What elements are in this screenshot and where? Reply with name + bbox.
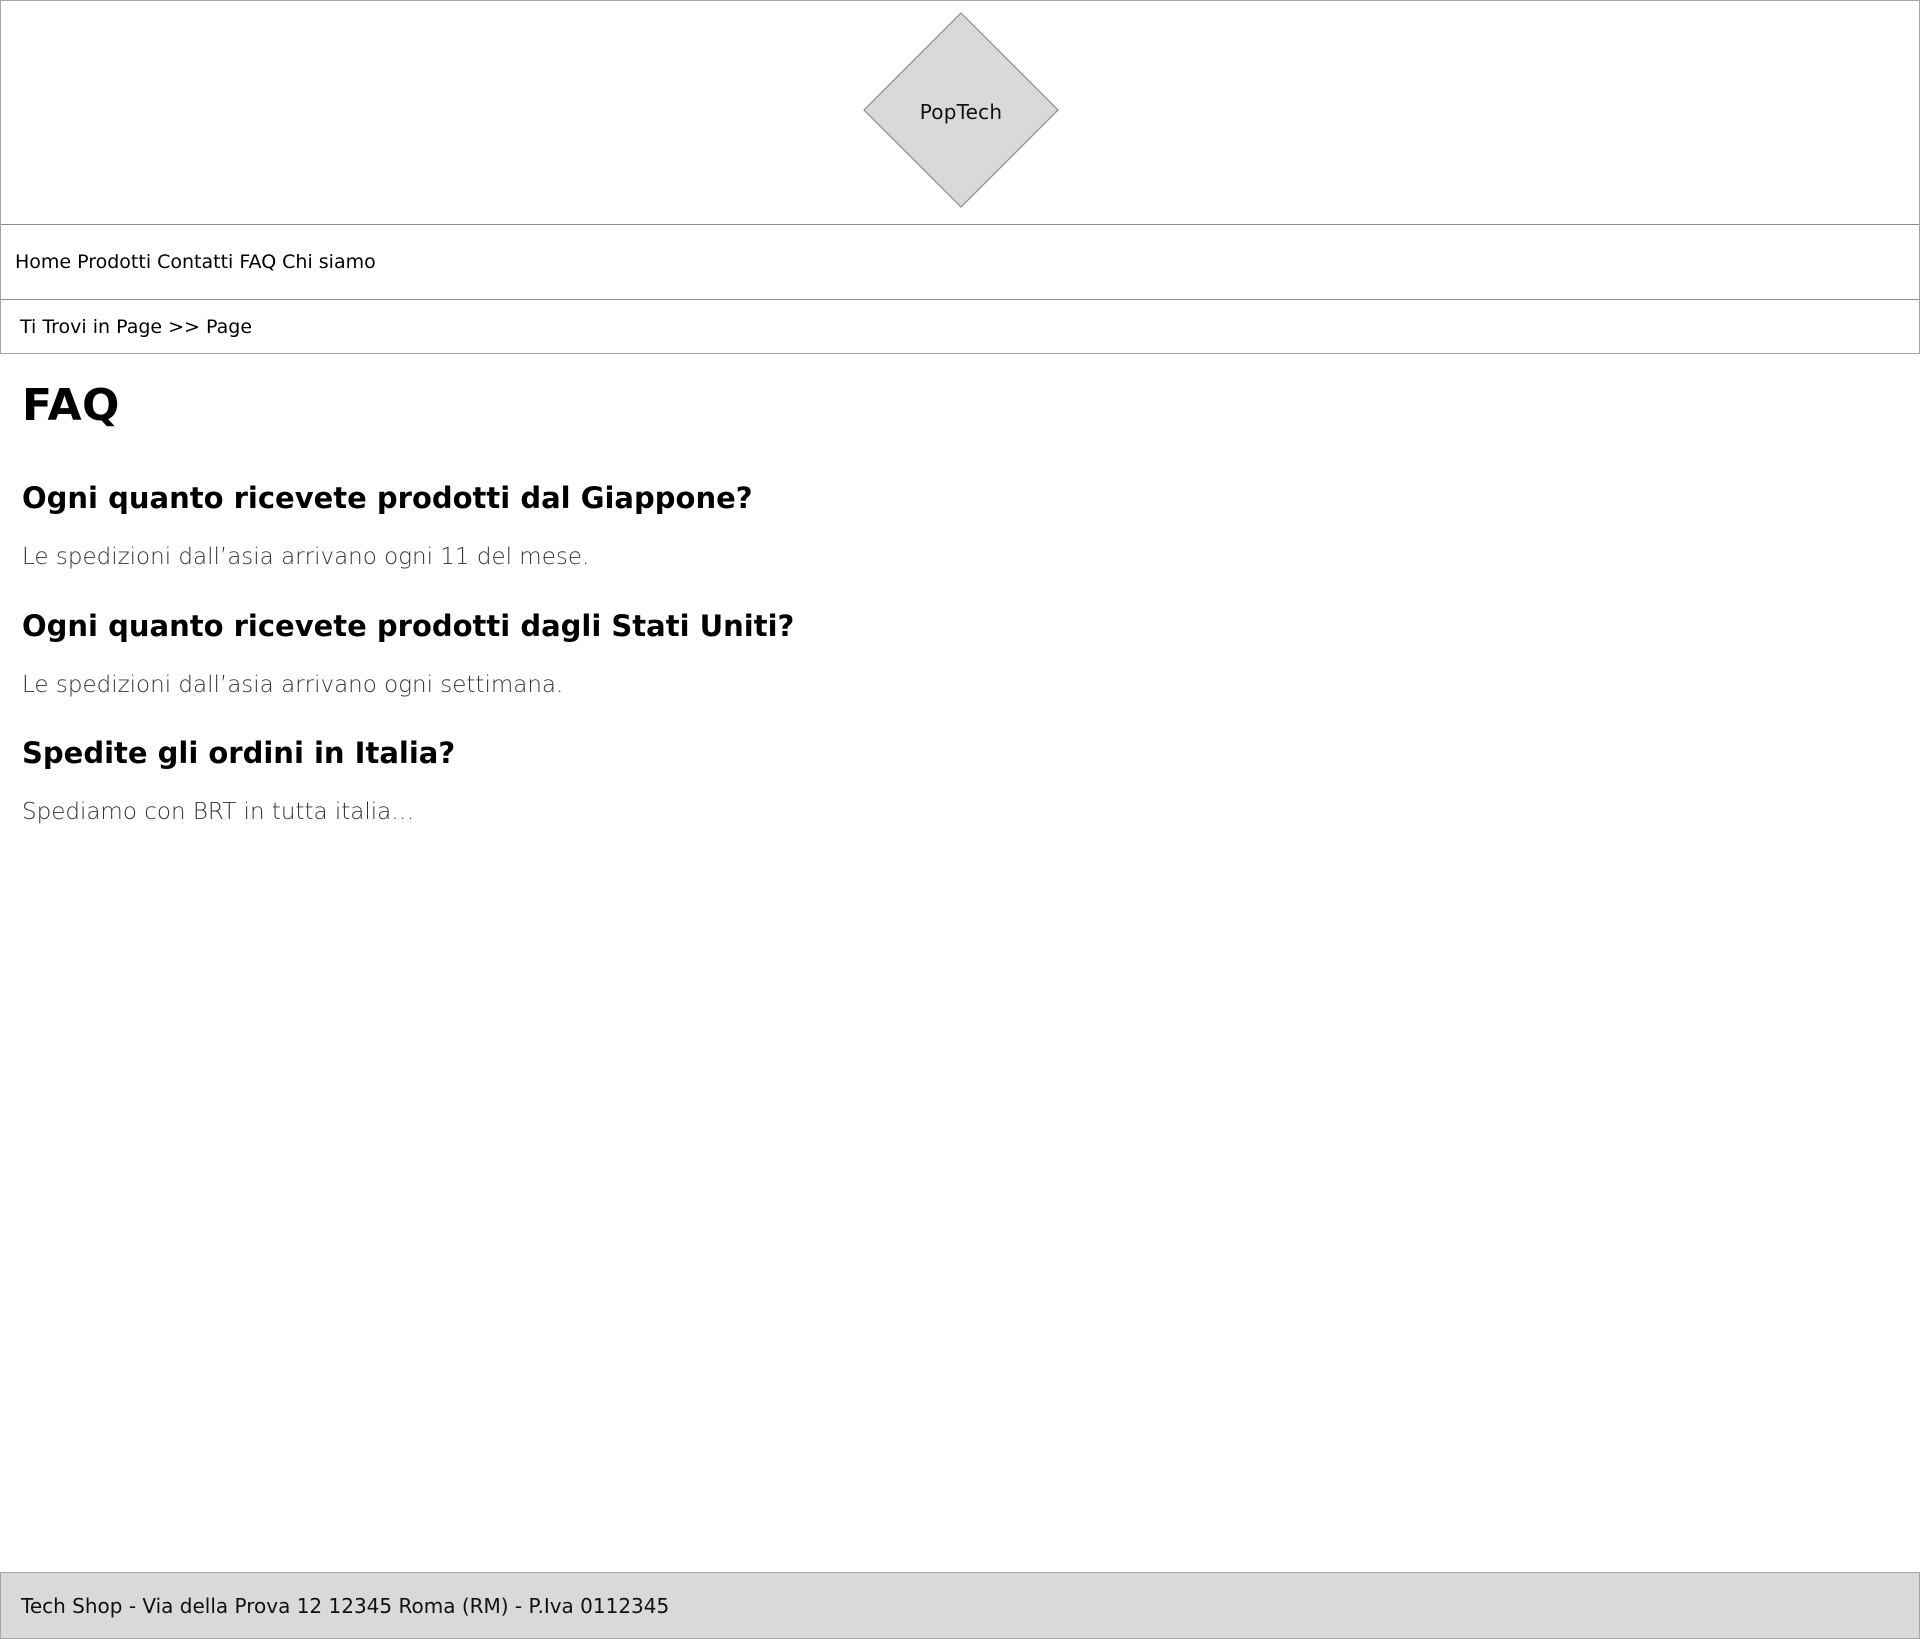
footer-text: Tech Shop - Via della Prova 12 12345 Rom…: [21, 1593, 670, 1618]
nav-item-contatti[interactable]: Contatti: [157, 251, 233, 273]
nav-item-home[interactable]: Home: [15, 251, 71, 273]
nav-item-chi-siamo[interactable]: Chi siamo: [282, 251, 376, 273]
page: PopTech Home Prodotti Contatti FAQ Chi s…: [0, 0, 1920, 1639]
nav-item-faq[interactable]: FAQ: [239, 251, 276, 273]
faq-answer: Le spedizioni dall’asia arrivano ogni 11…: [22, 544, 590, 570]
nav-item-prodotti[interactable]: Prodotti: [77, 251, 151, 273]
breadcrumb-text: Ti Trovi in Page >> Page: [20, 315, 253, 338]
faq-question: Ogni quanto ricevete prodotti dagli Stat…: [22, 609, 795, 643]
page-title: FAQ: [22, 380, 120, 431]
logo-text: PopTech: [919, 100, 1003, 124]
site-footer: Tech Shop - Via della Prova 12 12345 Rom…: [0, 1572, 1920, 1639]
faq-answer: Le spedizioni dall’asia arrivano ogni se…: [22, 672, 564, 698]
main-nav: Home Prodotti Contatti FAQ Chi siamo: [0, 225, 1920, 300]
logo[interactable]: PopTech: [863, 12, 1059, 208]
faq-question: Spedite gli ordini in Italia?: [22, 736, 456, 770]
faq-question: Ogni quanto ricevete prodotti dal Giappo…: [22, 481, 753, 515]
main-content: FAQ Ogni quanto ricevete prodotti dal Gi…: [22, 380, 1882, 825]
site-header: PopTech: [0, 0, 1920, 225]
faq-answer: Spediamo con BRT in tutta italia…: [22, 799, 415, 825]
breadcrumb: Ti Trovi in Page >> Page: [0, 300, 1920, 354]
